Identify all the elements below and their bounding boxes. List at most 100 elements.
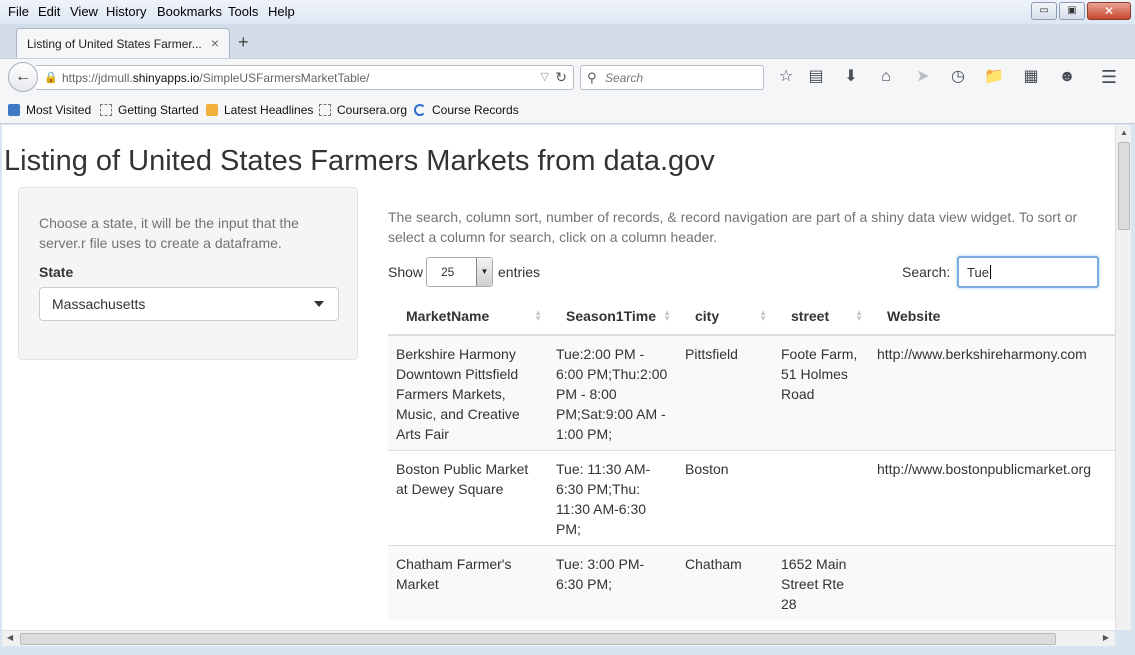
menu-tools[interactable]: Tools [228, 4, 258, 19]
chevron-down-icon [314, 301, 324, 307]
menu-file[interactable]: File [8, 4, 29, 19]
table-search-label: Search: [902, 264, 951, 280]
lock-icon: 🔒 [44, 72, 58, 84]
back-button[interactable]: ← [8, 62, 38, 92]
history-dropdown-icon[interactable]: ▽ [541, 70, 549, 83]
state-value: Massachusetts [52, 296, 146, 312]
close-window-button[interactable]: ✕ [1087, 2, 1131, 20]
browser-search-input[interactable]: ⚲ Search [580, 65, 764, 90]
back-arrow-icon: ← [15, 68, 31, 85]
bookmark-course-records[interactable]: Course Records [414, 103, 519, 117]
page-content: Listing of United States Farmers Markets… [2, 125, 1115, 630]
share-icon[interactable]: ➤ [913, 67, 933, 87]
menu-view[interactable]: View [70, 4, 98, 19]
bookmarks-toolbar: Most Visited Getting Started Latest Head… [0, 96, 1135, 124]
menu-edit[interactable]: Edit [38, 4, 60, 19]
folder-icon[interactable]: 📁 [984, 67, 1004, 87]
navigation-toolbar: 🔒 https://jdmull.shinyapps.io/SimpleUSFa… [0, 58, 1135, 96]
page-icon [100, 104, 112, 116]
cell-street: Foote Farm, 51 Holmes Road [773, 334, 869, 451]
bookmark-most-visited[interactable]: Most Visited [8, 103, 91, 117]
scroll-left-icon[interactable]: ◀ [7, 633, 13, 642]
table-row[interactable]: Boston Public Market at Dewey Square Tue… [388, 450, 1115, 546]
cell-season-time: Tue:2:00 PM - 6:00 PM;Thu:2:00 PM - 8:00… [548, 334, 677, 451]
bookmark-star-icon[interactable]: ☆ [776, 67, 796, 87]
menu-help[interactable]: Help [268, 4, 295, 19]
bookmark-getting-started[interactable]: Getting Started [100, 103, 199, 117]
header-label: city [695, 308, 720, 324]
bookmark-label: Coursera.org [337, 103, 408, 117]
sidebar-help-text: Choose a state, it will be the input tha… [39, 215, 299, 251]
state-label: State [39, 264, 74, 280]
bookmark-coursera[interactable]: Coursera.org [319, 103, 407, 117]
cell-market-name: Boston Public Market at Dewey Square [388, 450, 548, 546]
column-header-website[interactable]: Website [869, 298, 1115, 336]
column-header-street[interactable]: street ▲ ▼ [773, 298, 869, 336]
horizontal-scrollbar[interactable]: ◀ ▶ [2, 630, 1115, 646]
most-visited-icon [8, 104, 20, 116]
table-search-input[interactable]: Tue [957, 256, 1099, 288]
address-bar[interactable]: 🔒 https://jdmull.shinyapps.io/SimpleUSFa… [36, 65, 574, 90]
tab-farmers-markets[interactable]: Listing of United States Farmer... × [16, 28, 230, 58]
bookmark-label: Getting Started [118, 103, 199, 117]
horizontal-scroll-thumb[interactable] [20, 633, 1056, 645]
cell-city: Boston [677, 450, 773, 546]
search-placeholder: Search [605, 71, 644, 85]
new-tab-button[interactable]: + [238, 32, 249, 53]
page-title: Listing of United States Farmers Markets… [4, 145, 715, 177]
rss-icon [206, 104, 218, 116]
menu-bookmarks[interactable]: Bookmarks [157, 4, 222, 19]
address-url[interactable]: https://jdmull.shinyapps.io/SimpleUSFarm… [62, 71, 369, 85]
bookmark-latest-headlines[interactable]: Latest Headlines [206, 103, 313, 117]
column-header-marketname[interactable]: MarketName ▲ ▼ [388, 298, 548, 336]
column-header-season1time[interactable]: Season1Time ▲ ▼ [548, 298, 677, 336]
entries-length-value: 25 [441, 265, 455, 279]
menu-history[interactable]: History [106, 4, 146, 19]
window-bottom-edge [0, 646, 1135, 655]
restore-button[interactable]: ▣ [1059, 2, 1085, 20]
vertical-scroll-thumb[interactable] [1118, 142, 1130, 230]
table-description: The search, column sort, number of recor… [388, 209, 1078, 245]
dropdown-arrow-icon[interactable]: ▼ [476, 258, 492, 286]
table-row[interactable]: Berkshire Harmony Downtown Pittsfield Fa… [388, 334, 1115, 451]
url-path: /SimpleUSFarmersMarketTable/ [199, 71, 370, 85]
window-controls: ▭ ▣ ✕ [1031, 2, 1131, 20]
history-icon[interactable]: ◷ [948, 67, 968, 87]
scroll-up-icon[interactable]: ▲ [1120, 128, 1128, 137]
hamburger-menu-icon[interactable]: ☰ [1099, 67, 1119, 87]
cell-city: Pittsfield [677, 334, 773, 451]
tab-close-icon[interactable]: × [211, 35, 219, 51]
column-header-city[interactable]: city ▲ ▼ [677, 298, 773, 336]
vertical-scrollbar[interactable]: ▲ [1115, 125, 1131, 630]
minimize-button[interactable]: ▭ [1031, 2, 1057, 20]
state-select[interactable]: Massachusetts [39, 287, 339, 321]
header-label: MarketName [406, 308, 490, 324]
bookmark-label: Latest Headlines [224, 103, 314, 117]
entries-length-select[interactable]: 25 ▼ [426, 257, 493, 287]
table-row[interactable]: Chatham Farmer's Market Tue: 3:00 PM-6:3… [388, 545, 1115, 620]
sidebar-panel: Choose a state, it will be the input tha… [18, 187, 358, 360]
cell-website [869, 545, 1115, 620]
search-text: Tue [967, 265, 989, 280]
cell-website: http://www.berkshireharmony.com [869, 334, 1115, 451]
downloads-icon[interactable]: ⬇ [841, 67, 861, 87]
smiley-icon[interactable]: ☻ [1057, 67, 1077, 87]
reload-icon[interactable]: ↻ [555, 69, 567, 86]
cell-street [773, 450, 869, 546]
sort-arrows-icon: ▲ ▼ [534, 308, 542, 323]
reading-list-icon[interactable]: ▤ [806, 67, 826, 87]
sort-arrows-icon: ▲ ▼ [855, 308, 863, 323]
home-icon[interactable]: ⌂ [876, 67, 896, 87]
bookmark-label: Course Records [432, 103, 519, 117]
scroll-right-icon[interactable]: ▶ [1103, 633, 1109, 642]
tab-strip: Listing of United States Farmer... × + [0, 24, 1135, 58]
bookmark-label: Most Visited [26, 103, 92, 117]
show-label: Show [388, 264, 424, 280]
url-prefix: https://jdmull. [62, 71, 133, 85]
table-header-row: MarketName ▲ ▼ Season1Time ▲ ▼ city ▲ ▼ street… [388, 298, 1115, 336]
cell-website: http://www.bostonpublicmarket.org [869, 450, 1115, 546]
cell-season-time: Tue: 3:00 PM-6:30 PM; [548, 545, 677, 620]
cell-season-time: Tue: 11:30 AM-6:30 PM;Thu: 11:30 AM-6:30… [548, 450, 677, 546]
addons-grid-icon[interactable]: ▦ [1021, 67, 1041, 87]
search-icon: ⚲ [587, 70, 597, 85]
